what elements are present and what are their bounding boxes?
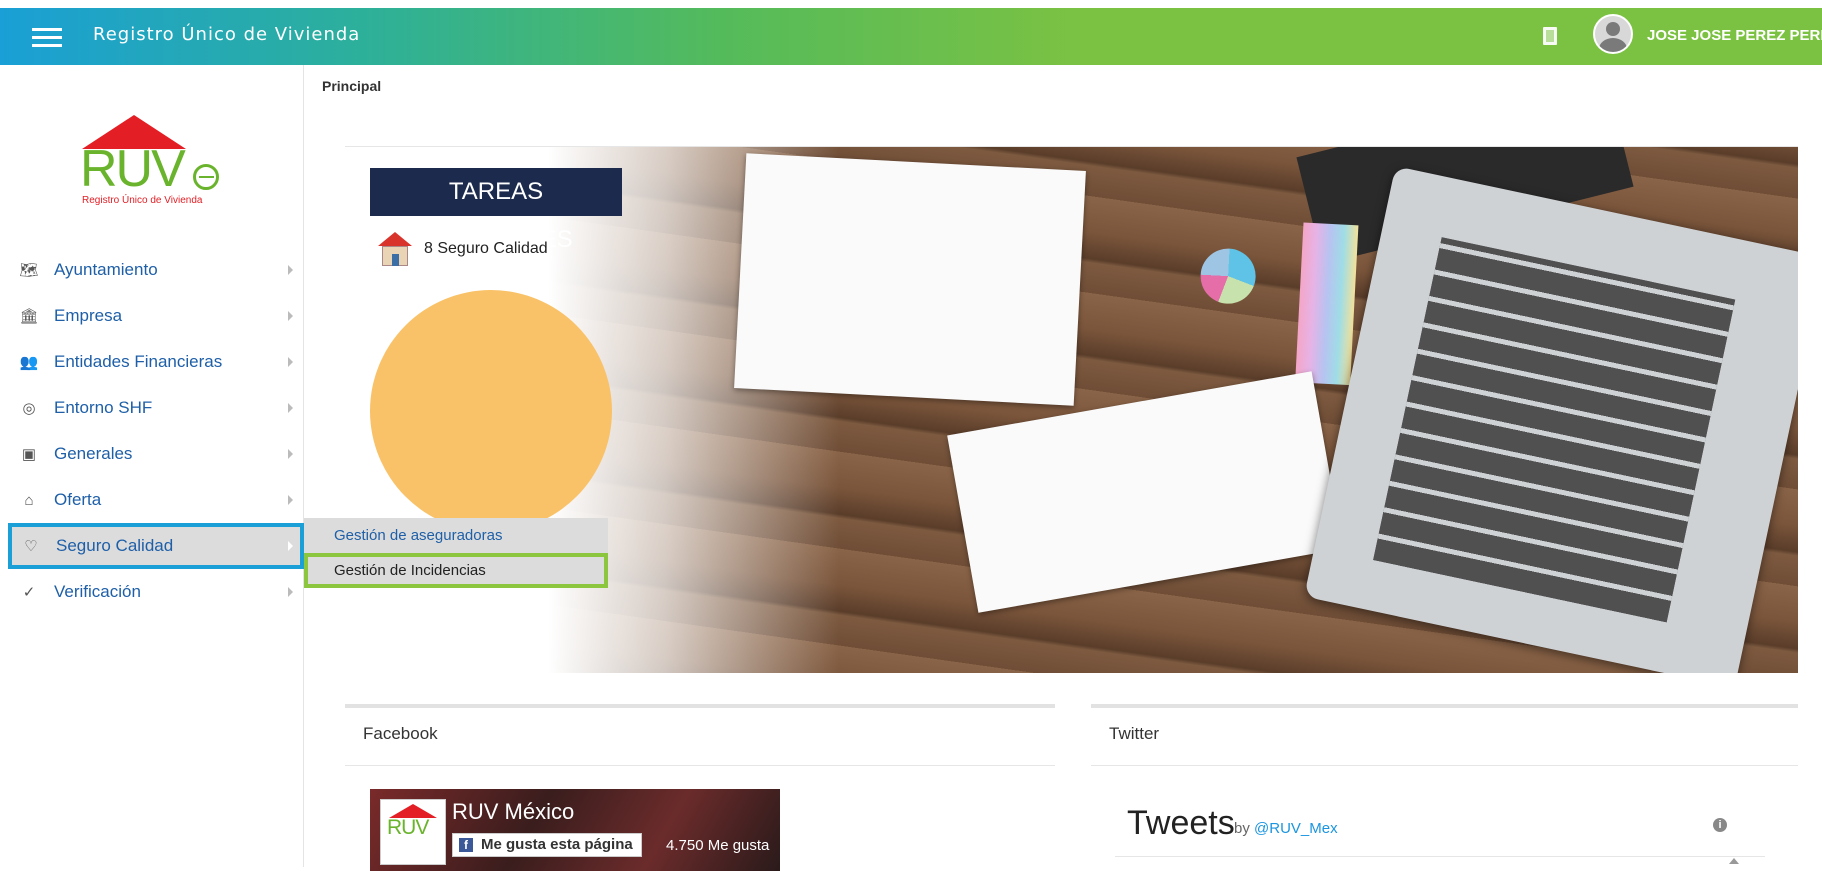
logo-circle-icon	[193, 164, 219, 190]
sidebar-item-entorno-shf[interactable]: ◎ Entorno SHF	[0, 385, 304, 431]
facebook-icon: f	[459, 838, 473, 852]
sidebar-item-label: Entorno SHF	[54, 398, 153, 417]
sidebar-item-label: Ayuntamiento	[54, 260, 158, 279]
seguro-calidad-submenu: Gestión de aseguradoras Gestión de Incid…	[304, 518, 608, 588]
notebook-icon[interactable]	[1543, 27, 1557, 45]
pie-chart-photo	[1199, 247, 1258, 306]
top-header-bar: Registro Único de Vivienda JOSE JOSE PER…	[0, 8, 1822, 65]
chevron-right-icon	[288, 449, 293, 459]
ruv-logo[interactable]: RUV Registro Único de Vivienda	[80, 115, 232, 215]
twitter-panel: Twitter Tweets by @RUV_Mex i	[1091, 704, 1798, 867]
pending-tasks-pie	[370, 290, 612, 532]
facebook-like-count: 4.750 Me gusta	[666, 837, 770, 854]
facebook-page-name[interactable]: RUV México	[452, 799, 574, 825]
chevron-right-icon	[288, 403, 293, 413]
twitter-heading: Twitter	[1091, 708, 1798, 766]
hamburger-menu-icon[interactable]	[32, 28, 62, 47]
facebook-heading: Facebook	[345, 708, 1055, 766]
tweets-by-prefix: by	[1234, 820, 1250, 837]
twitter-divider	[1115, 856, 1765, 857]
sidebar-item-generales[interactable]: ▣ Generales	[0, 431, 304, 477]
target-icon: ◎	[22, 400, 36, 417]
chart-paper-photo	[734, 153, 1359, 406]
logo-text: RUV	[387, 816, 429, 839]
chevron-right-icon	[288, 541, 293, 551]
house-icon	[378, 232, 412, 266]
map-icon: 🗺	[19, 262, 39, 279]
app-title: Registro Único de Vivienda	[93, 24, 361, 45]
sidebar-item-empresa[interactable]: 🏛 Empresa	[0, 293, 304, 339]
sidebar-item-entidades-financieras[interactable]: 👥 Entidades Financieras	[0, 339, 304, 385]
tareas-title: TAREAS PENDIENTES	[419, 178, 573, 253]
sidebar-item-ayuntamiento[interactable]: 🗺 Ayuntamiento	[0, 247, 304, 293]
chevron-right-icon	[288, 265, 293, 275]
facebook-like-button[interactable]: f Me gusta esta página	[452, 833, 642, 857]
house-body-shape	[382, 246, 408, 266]
people-icon: 👥	[19, 354, 39, 371]
info-icon[interactable]: i	[1713, 818, 1727, 832]
tweets-by-line: by @RUV_Mex	[1234, 820, 1338, 837]
handshake-icon: ♡	[24, 538, 38, 555]
chevron-right-icon	[288, 311, 293, 321]
chevron-right-icon	[288, 495, 293, 505]
breadcrumb: Principal	[322, 78, 382, 94]
sidebar: RUV Registro Único de Vivienda 🗺 Ayuntam…	[0, 65, 304, 867]
check-circle-icon: ✓	[22, 584, 36, 601]
contact-card-icon: ▣	[21, 446, 37, 463]
twitter-handle-link[interactable]: @RUV_Mex	[1254, 820, 1338, 837]
sidebar-item-label: Empresa	[54, 306, 123, 325]
like-button-label: Me gusta esta página	[481, 836, 633, 853]
submenu-item-gestion-aseguradoras[interactable]: Gestión de aseguradoras	[304, 518, 608, 553]
ruv-page-logo: RUV	[380, 799, 446, 865]
logo-text: RUV	[80, 140, 186, 198]
sidebar-item-label: Generales	[54, 444, 133, 463]
submenu-item-gestion-incidencias[interactable]: Gestión de Incidencias	[304, 553, 608, 588]
house-user-icon: ⌂	[24, 491, 34, 509]
facebook-page-card[interactable]: RUV RUV México f Me gusta esta página 4.…	[370, 789, 780, 871]
chevron-right-icon	[288, 587, 293, 597]
building-icon: 🏛	[19, 308, 39, 325]
sidebar-item-seguro-calidad[interactable]: ♡ Seguro Calidad	[8, 523, 304, 569]
facebook-panel: Facebook RUV RUV México f Me gusta esta …	[345, 704, 1055, 871]
tareas-pendientes-banner: TAREAS PENDIENTES	[370, 168, 622, 253]
chevron-right-icon	[288, 357, 293, 367]
pending-task-item[interactable]: 8 Seguro Calidad	[424, 240, 548, 258]
report-paper-photo	[947, 371, 1343, 613]
tweets-title: Tweets	[1127, 804, 1235, 842]
sidebar-item-label: Seguro Calidad	[56, 536, 174, 555]
sidebar-item-label: Oferta	[54, 490, 102, 509]
user-name[interactable]: JOSE JOSE PEREZ PEREZ	[1647, 27, 1822, 44]
keyboard-photo	[1373, 237, 1736, 623]
area-chart-photo	[1295, 222, 1359, 386]
sidebar-item-label: Verificación	[54, 582, 141, 601]
scroll-up-icon[interactable]	[1729, 858, 1739, 864]
sidebar-menu: 🗺 Ayuntamiento 🏛 Empresa 👥 Entidades Fin…	[0, 247, 304, 615]
sidebar-item-oferta[interactable]: ⌂ Oferta	[0, 477, 304, 523]
user-avatar[interactable]	[1593, 14, 1633, 54]
sidebar-item-verificacion[interactable]: ✓ Verificación	[0, 569, 304, 615]
logo-subtitle: Registro Único de Vivienda	[82, 195, 203, 206]
sidebar-item-label: Entidades Financieras	[54, 352, 223, 371]
house-roof-shape	[378, 232, 412, 246]
